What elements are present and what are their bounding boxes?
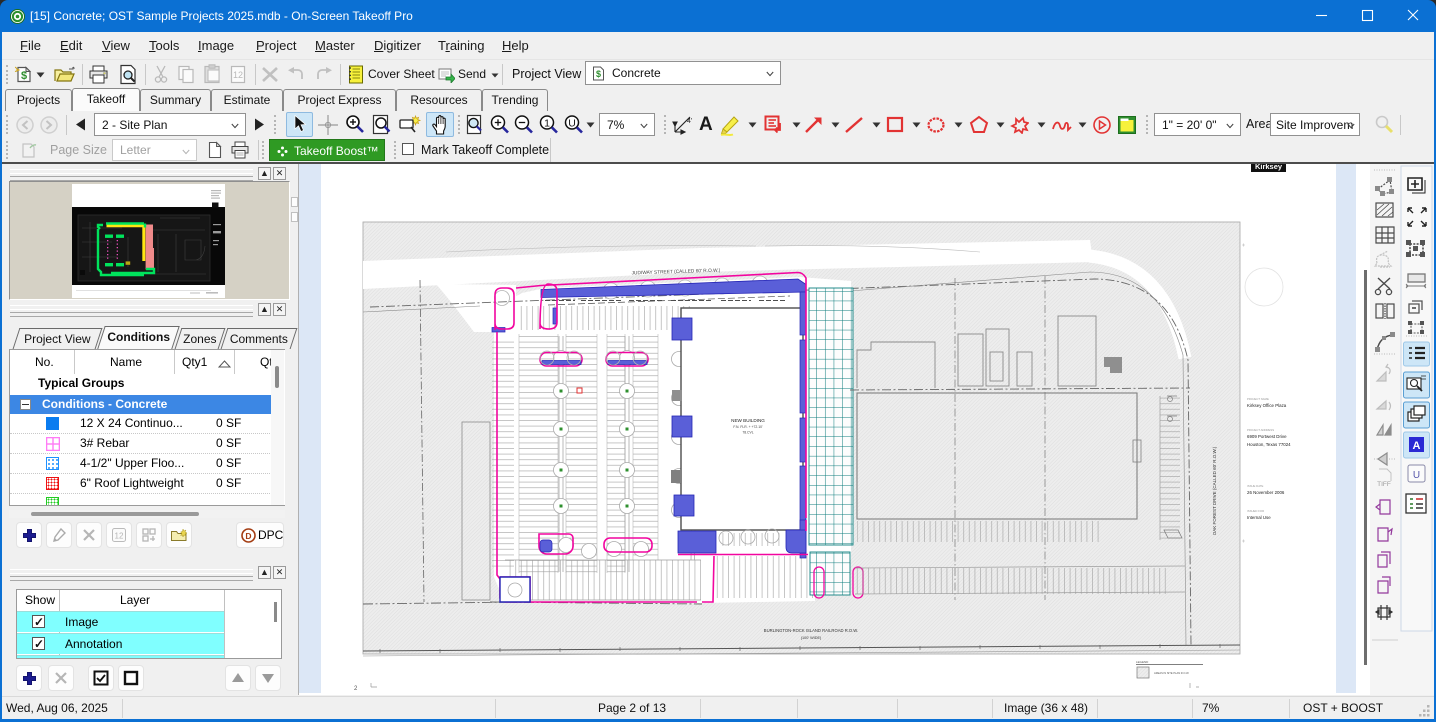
svg-text:AREAS IN SITE PLAN R.O.W.: AREAS IN SITE PLAN R.O.W. — [1154, 671, 1189, 675]
svg-text:F.N. FLR. + +72.10': F.N. FLR. + +72.10' — [733, 425, 763, 429]
svg-text:U: U — [568, 118, 576, 130]
svg-text:TIFF: TIFF — [1377, 481, 1391, 488]
svg-text:$: $ — [21, 70, 27, 82]
svg-text:Kirksey: Kirksey — [1255, 164, 1283, 171]
svg-text:ISSUED FOR: ISSUED FOR — [1247, 509, 1264, 513]
svg-text:NEW BUILDING: NEW BUILDING — [731, 418, 765, 423]
svg-text:12: 12 — [115, 532, 124, 541]
svg-text:A: A — [1413, 440, 1421, 452]
svg-text:4': 4' — [687, 118, 692, 125]
svg-text:1: 1 — [544, 118, 550, 130]
svg-text:D: D — [245, 531, 251, 541]
svg-text:6909 Portwest Drive: 6909 Portwest Drive — [1247, 434, 1287, 439]
svg-text:78.CVL: 78.CVL — [742, 431, 753, 435]
svg-text:PROJECT ADDRESS: PROJECT ADDRESS — [1247, 428, 1274, 432]
svg-text:LEGEND: LEGEND — [1136, 660, 1149, 664]
svg-text:26 November 2006: 26 November 2006 — [1247, 490, 1285, 495]
svg-text:Kirksey Office Plaza: Kirksey Office Plaza — [1247, 403, 1287, 408]
svg-text:Houston, Texas 77024: Houston, Texas 77024 — [1247, 442, 1291, 447]
svg-text:Internal Use: Internal Use — [1247, 515, 1271, 520]
svg-text:U: U — [1413, 470, 1420, 481]
svg-text:$: $ — [596, 69, 601, 79]
svg-text:(100' WIDE): (100' WIDE) — [801, 636, 822, 640]
svg-text:2: 2 — [354, 686, 358, 692]
svg-text:ISSUE DATE: ISSUE DATE — [1247, 484, 1264, 488]
svg-text:OAK FOREST DRIVE (CALLED 60' R: OAK FOREST DRIVE (CALLED 60' R.O.W.) — [1212, 446, 1217, 535]
svg-text:12: 12 — [233, 70, 243, 80]
svg-text:BURLINGTON-ROCK ISLAND RAILROA: BURLINGTON-ROCK ISLAND RAILROAD R.O.W. — [764, 628, 858, 633]
svg-text:PROJECT NAME: PROJECT NAME — [1247, 397, 1269, 401]
